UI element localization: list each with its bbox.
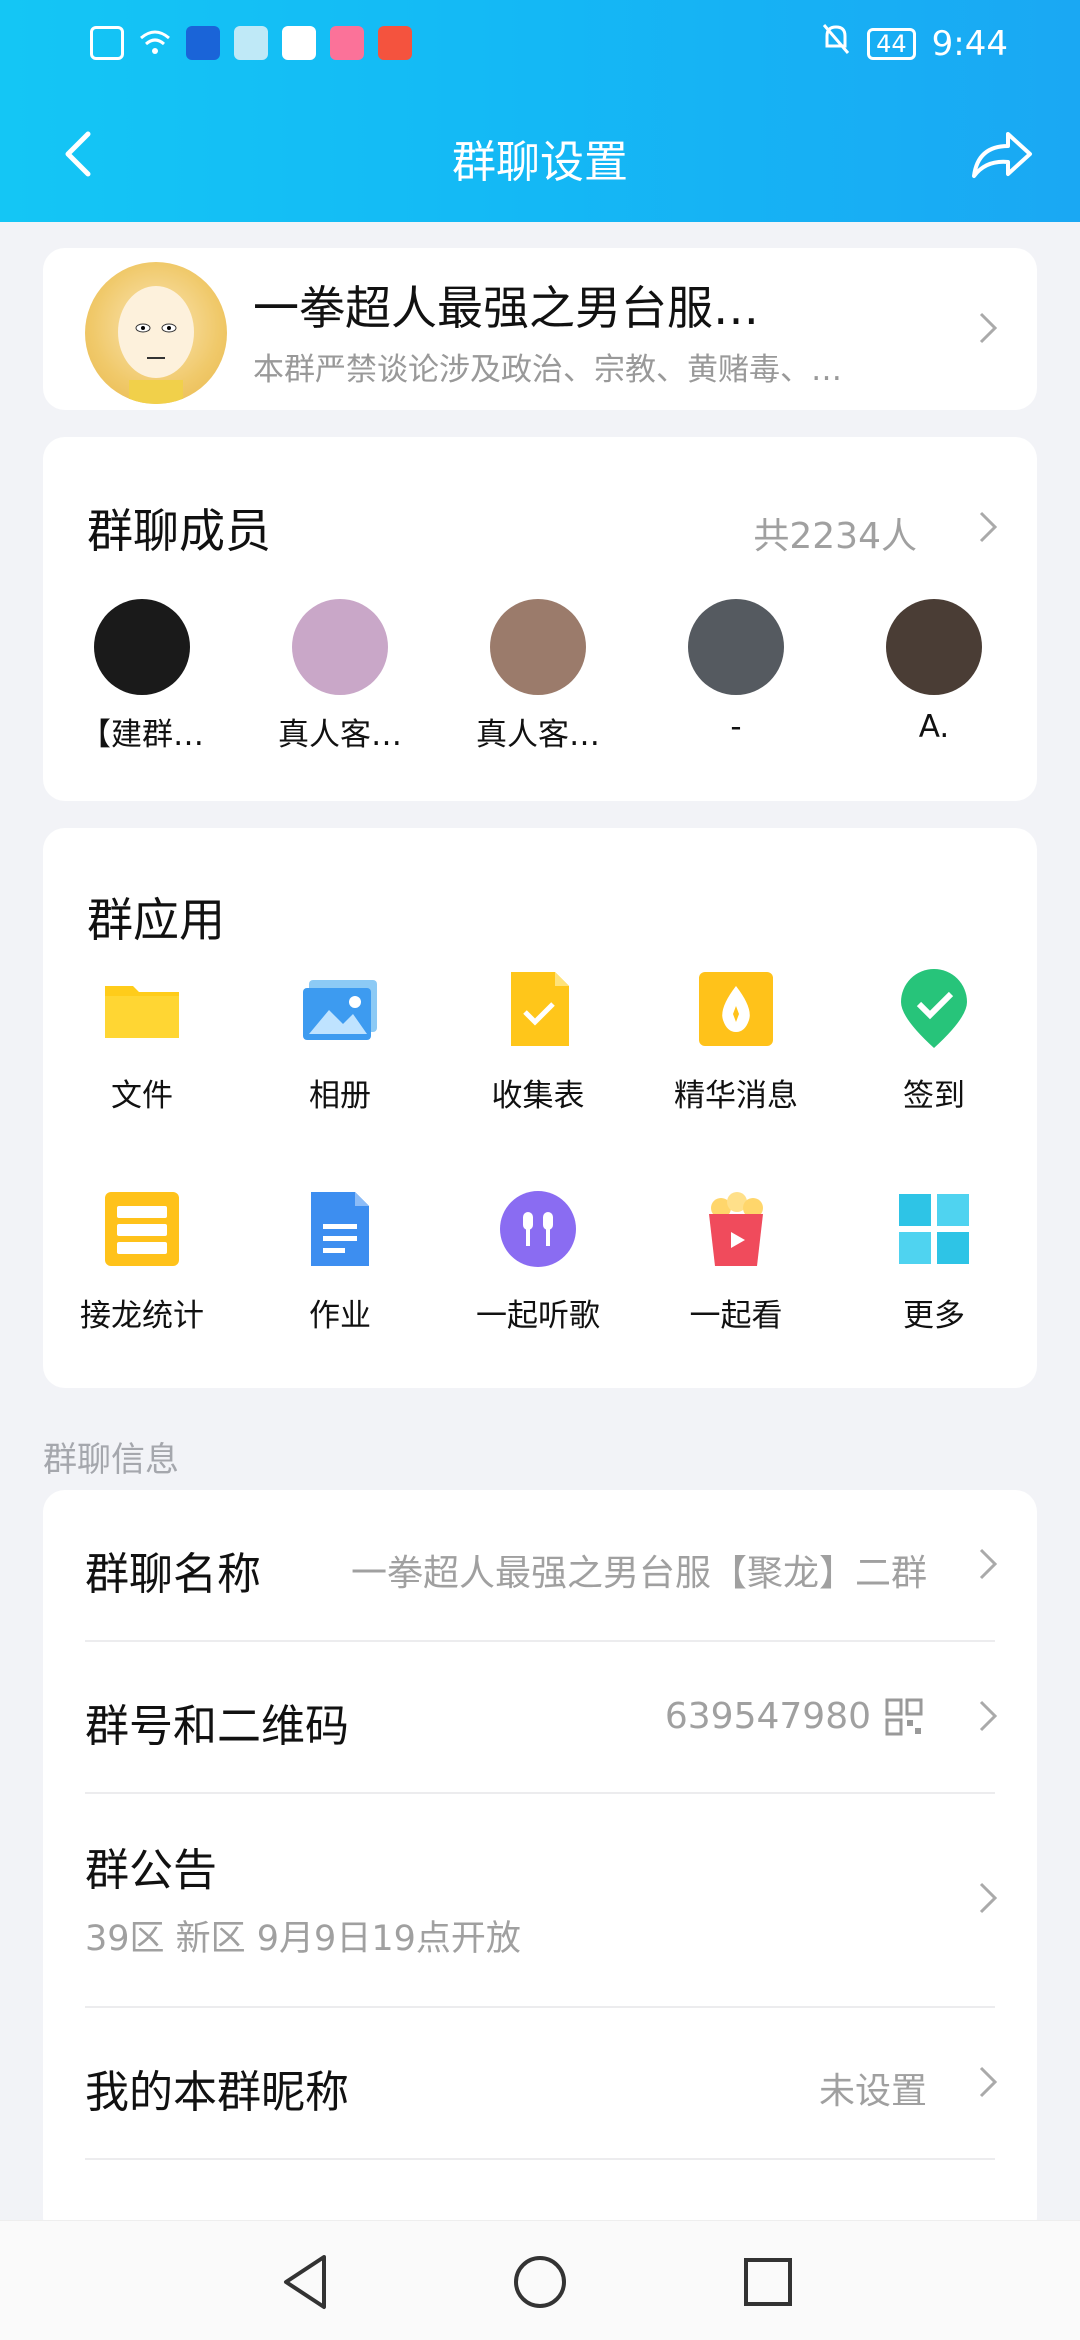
- check-in-icon: [893, 968, 975, 1050]
- grid-icon: [893, 1188, 975, 1270]
- status-bar-system: 44 9:44: [821, 22, 1008, 65]
- page-title: 群聊设置: [452, 137, 628, 188]
- group-id-label: 群号和二维码: [85, 1701, 349, 1752]
- nav-home-button[interactable]: [505, 2247, 575, 2317]
- chevron-right-icon[interactable]: [977, 509, 1001, 545]
- avatar: [886, 599, 982, 695]
- group-description: 本群严禁谈论涉及政治、宗教、黄赌毒、…: [253, 352, 842, 388]
- chevron-right-icon: [977, 1546, 1001, 1582]
- app-watch-together[interactable]: 一起看: [637, 1188, 835, 1368]
- chevron-right-icon: [977, 1880, 1001, 1916]
- avatar: [94, 599, 190, 695]
- bell-off-icon: [821, 22, 851, 65]
- row-my-nickname[interactable]: 我的本群昵称 未设置: [85, 2008, 1037, 2158]
- status-bar: 44 9:44: [0, 0, 1080, 86]
- member-list: 【建群… 真人客… 真人客… - A.: [43, 599, 1037, 754]
- members-title: 群聊成员: [87, 504, 271, 558]
- avatar: [490, 599, 586, 695]
- group-apps-card: 群应用 文件 相册 收集表 精华消息 签到 接龙统计 作业 一起听歌 一起看 更…: [43, 828, 1037, 1388]
- app-files[interactable]: 文件: [43, 968, 241, 1148]
- triangle-back-icon: [284, 2255, 326, 2309]
- alert-icon: [90, 26, 124, 60]
- app-more[interactable]: 更多: [835, 1188, 1033, 1368]
- member-name: A.: [918, 709, 950, 745]
- square-recents-icon: [744, 2258, 792, 2306]
- nav-back-button[interactable]: [272, 2247, 342, 2317]
- app-essence[interactable]: 精华消息: [637, 968, 835, 1148]
- member-name: 【建群…: [80, 717, 204, 753]
- circle-home-icon: [514, 2256, 566, 2308]
- share-button[interactable]: [968, 120, 1036, 188]
- photo-album-icon: [299, 968, 381, 1050]
- video-icon: [282, 26, 316, 60]
- qr-code-icon: [885, 1698, 923, 1736]
- member-item[interactable]: 【建群…: [43, 599, 241, 754]
- apps-title: 群应用: [87, 893, 225, 947]
- avatar: [292, 599, 388, 695]
- clock: 9:44: [931, 23, 1008, 64]
- bilibili-icon: [330, 26, 364, 60]
- members-count[interactable]: 共2234人: [753, 507, 917, 559]
- app-album[interactable]: 相册: [241, 968, 439, 1148]
- app-listen-together[interactable]: 一起听歌: [439, 1188, 637, 1368]
- wifi-icon: [138, 26, 172, 60]
- popcorn-icon: [695, 1188, 777, 1270]
- members-card: 群聊成员 共2234人 【建群… 真人客… 真人客… - A.: [43, 437, 1037, 801]
- notice-value: 39区 新区 9月9日19点开放: [85, 1919, 521, 1959]
- app-header: 44 9:44 群聊设置: [0, 0, 1080, 222]
- group-name: 一拳超人最强之男台服…: [253, 281, 759, 335]
- folder-icon: [101, 968, 183, 1050]
- share-icon: [972, 132, 1032, 178]
- huawei-icon: [234, 26, 268, 60]
- member-item[interactable]: 真人客…: [439, 599, 637, 754]
- homework-icon: [299, 1188, 381, 1270]
- app-icon: [378, 26, 412, 60]
- group-info-card: 群聊名称 一拳超人最强之男台服【聚龙】二群 群号和二维码 639547980 群…: [43, 1490, 1037, 2240]
- chevron-right-icon: [977, 310, 1001, 346]
- app-check-in[interactable]: 签到: [835, 968, 1033, 1148]
- nav-bar: 群聊设置: [0, 110, 1080, 200]
- group-id-value: 639547980: [664, 1696, 871, 1737]
- nav-recents-button[interactable]: [733, 2247, 803, 2317]
- member-item[interactable]: 真人客…: [241, 599, 439, 754]
- notice-label: 群公告: [85, 1845, 217, 1896]
- group-name-value: 一拳超人最强之男台服【聚龙】二群: [350, 1553, 927, 1594]
- member-name: 真人客…: [476, 717, 600, 753]
- group-name-label: 群聊名称: [85, 1549, 261, 1600]
- avatar: [688, 599, 784, 695]
- shield-icon: [186, 26, 220, 60]
- chevron-right-icon: [977, 1698, 1001, 1734]
- section-label-info: 群聊信息: [43, 1440, 179, 1480]
- row-group-name[interactable]: 群聊名称 一拳超人最强之男台服【聚龙】二群: [85, 1490, 1037, 1640]
- nickname-value: 未设置: [818, 2071, 927, 2112]
- member-name: -: [730, 709, 742, 745]
- essence-icon: [695, 968, 777, 1050]
- chevron-right-icon: [977, 2064, 1001, 2100]
- status-bar-notifications: [90, 26, 412, 60]
- member-item[interactable]: A.: [835, 599, 1033, 754]
- member-item[interactable]: -: [637, 599, 835, 754]
- app-homework[interactable]: 作业: [241, 1188, 439, 1368]
- row-group-id[interactable]: 群号和二维码 639547980: [85, 1642, 1037, 1792]
- earphones-icon: [497, 1188, 579, 1270]
- nickname-label: 我的本群昵称: [85, 2067, 349, 2118]
- relay-icon: [101, 1188, 183, 1270]
- app-grid: 文件 相册 收集表 精华消息 签到 接龙统计 作业 一起听歌 一起看 更多: [43, 968, 1037, 1368]
- system-navigation-bar: [0, 2220, 1080, 2340]
- row-group-notice[interactable]: 群公告 39区 新区 9月9日19点开放: [85, 1794, 1037, 2004]
- form-icon: [497, 968, 579, 1050]
- app-relay[interactable]: 接龙统计: [43, 1188, 241, 1368]
- group-profile-card[interactable]: 一拳超人最强之男台服… 本群严禁谈论涉及政治、宗教、黄赌毒、…: [43, 248, 1037, 410]
- battery-level: 44: [867, 27, 916, 60]
- app-form[interactable]: 收集表: [439, 968, 637, 1148]
- group-avatar: [85, 262, 227, 404]
- member-name: 真人客…: [278, 717, 402, 753]
